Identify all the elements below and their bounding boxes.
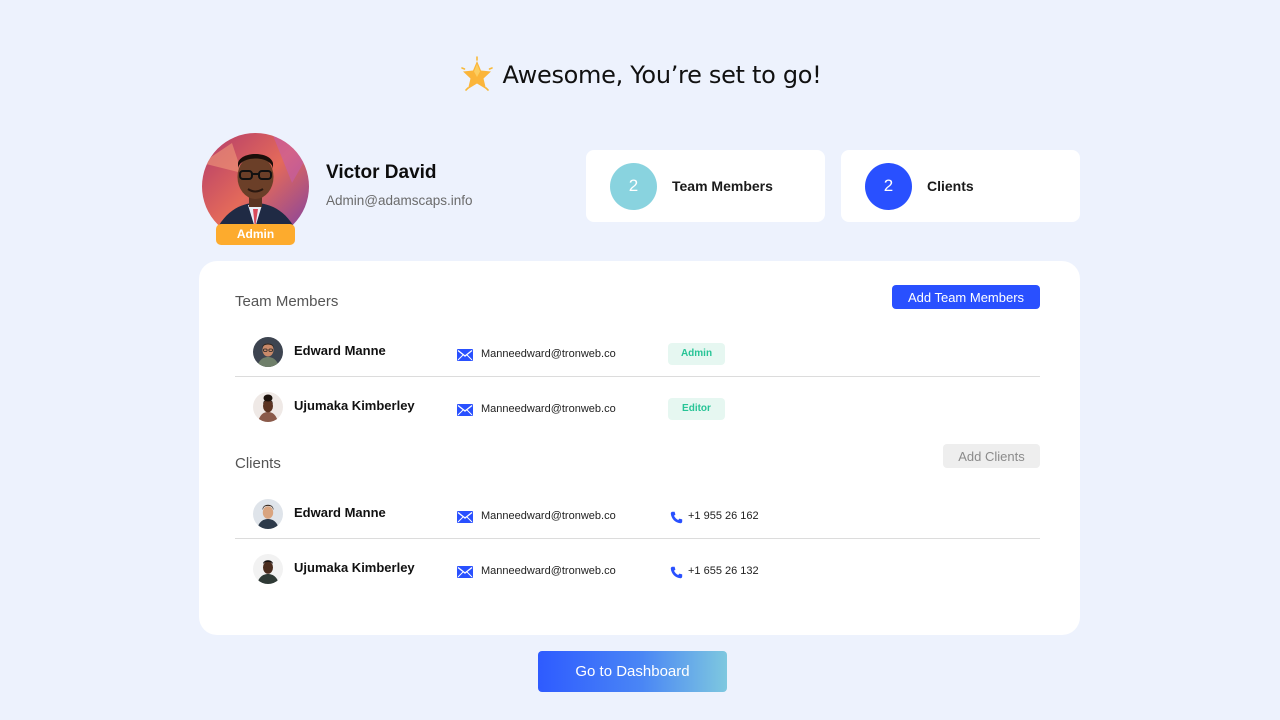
stat-card-team-members: 2 Team Members bbox=[586, 150, 825, 222]
profile-name: Victor David bbox=[326, 162, 437, 183]
client-name: Edward Manne bbox=[294, 505, 386, 520]
members-card: Team Members Add Team Members Edward Man… bbox=[199, 261, 1080, 635]
phone-icon bbox=[670, 511, 683, 524]
add-team-members-button[interactable]: Add Team Members bbox=[892, 285, 1040, 309]
team-members-count: 2 bbox=[610, 162, 657, 210]
avatar bbox=[253, 392, 283, 422]
client-row[interactable]: Edward Manne Manneedward@tronweb.co +1 9… bbox=[235, 489, 1040, 539]
mail-icon bbox=[457, 349, 473, 361]
member-name: Edward Manne bbox=[294, 343, 386, 358]
mail-icon bbox=[457, 404, 473, 416]
profile-email: Admin@adamscaps.info bbox=[326, 193, 473, 208]
star-icon bbox=[460, 56, 493, 91]
profile: Admin Victor David Admin@adamscaps.info bbox=[202, 133, 473, 245]
avatar bbox=[253, 337, 283, 367]
headline: Awesome, You’re set to go! bbox=[0, 56, 1280, 94]
team-members-label: Team Members bbox=[672, 178, 773, 194]
team-member-row[interactable]: Edward Manne Manneedward@tronweb.co Admi… bbox=[235, 327, 1040, 377]
clients-count: 2 bbox=[865, 162, 912, 210]
mail-icon bbox=[457, 566, 473, 578]
go-to-dashboard-button[interactable]: Go to Dashboard bbox=[538, 651, 727, 692]
team-member-row[interactable]: Ujumaka Kimberley Manneedward@tronweb.co… bbox=[235, 382, 1040, 432]
phone-icon bbox=[670, 566, 683, 579]
member-email: Manneedward@tronweb.co bbox=[481, 348, 616, 360]
role-badge: Admin bbox=[668, 343, 725, 365]
avatar bbox=[253, 554, 283, 584]
client-email: Manneedward@tronweb.co bbox=[481, 510, 616, 522]
clients-section-title: Clients bbox=[235, 455, 281, 472]
clients-label: Clients bbox=[927, 178, 974, 194]
stat-card-clients: 2 Clients bbox=[841, 150, 1080, 222]
avatar bbox=[253, 499, 283, 529]
add-clients-button[interactable]: Add Clients bbox=[943, 444, 1040, 468]
client-phone: +1 655 26 132 bbox=[688, 565, 759, 577]
member-email: Manneedward@tronweb.co bbox=[481, 403, 616, 415]
role-badge: Admin bbox=[216, 224, 295, 245]
mail-icon bbox=[457, 511, 473, 523]
member-name: Ujumaka Kimberley bbox=[294, 398, 415, 413]
team-section-title: Team Members bbox=[235, 293, 339, 310]
client-email: Manneedward@tronweb.co bbox=[481, 565, 616, 577]
client-name: Ujumaka Kimberley bbox=[294, 560, 415, 575]
client-phone: +1 955 26 162 bbox=[688, 510, 759, 522]
role-badge: Editor bbox=[668, 398, 725, 420]
client-row[interactable]: Ujumaka Kimberley Manneedward@tronweb.co… bbox=[235, 544, 1040, 594]
page-title: Awesome, You’re set to go! bbox=[502, 61, 822, 89]
